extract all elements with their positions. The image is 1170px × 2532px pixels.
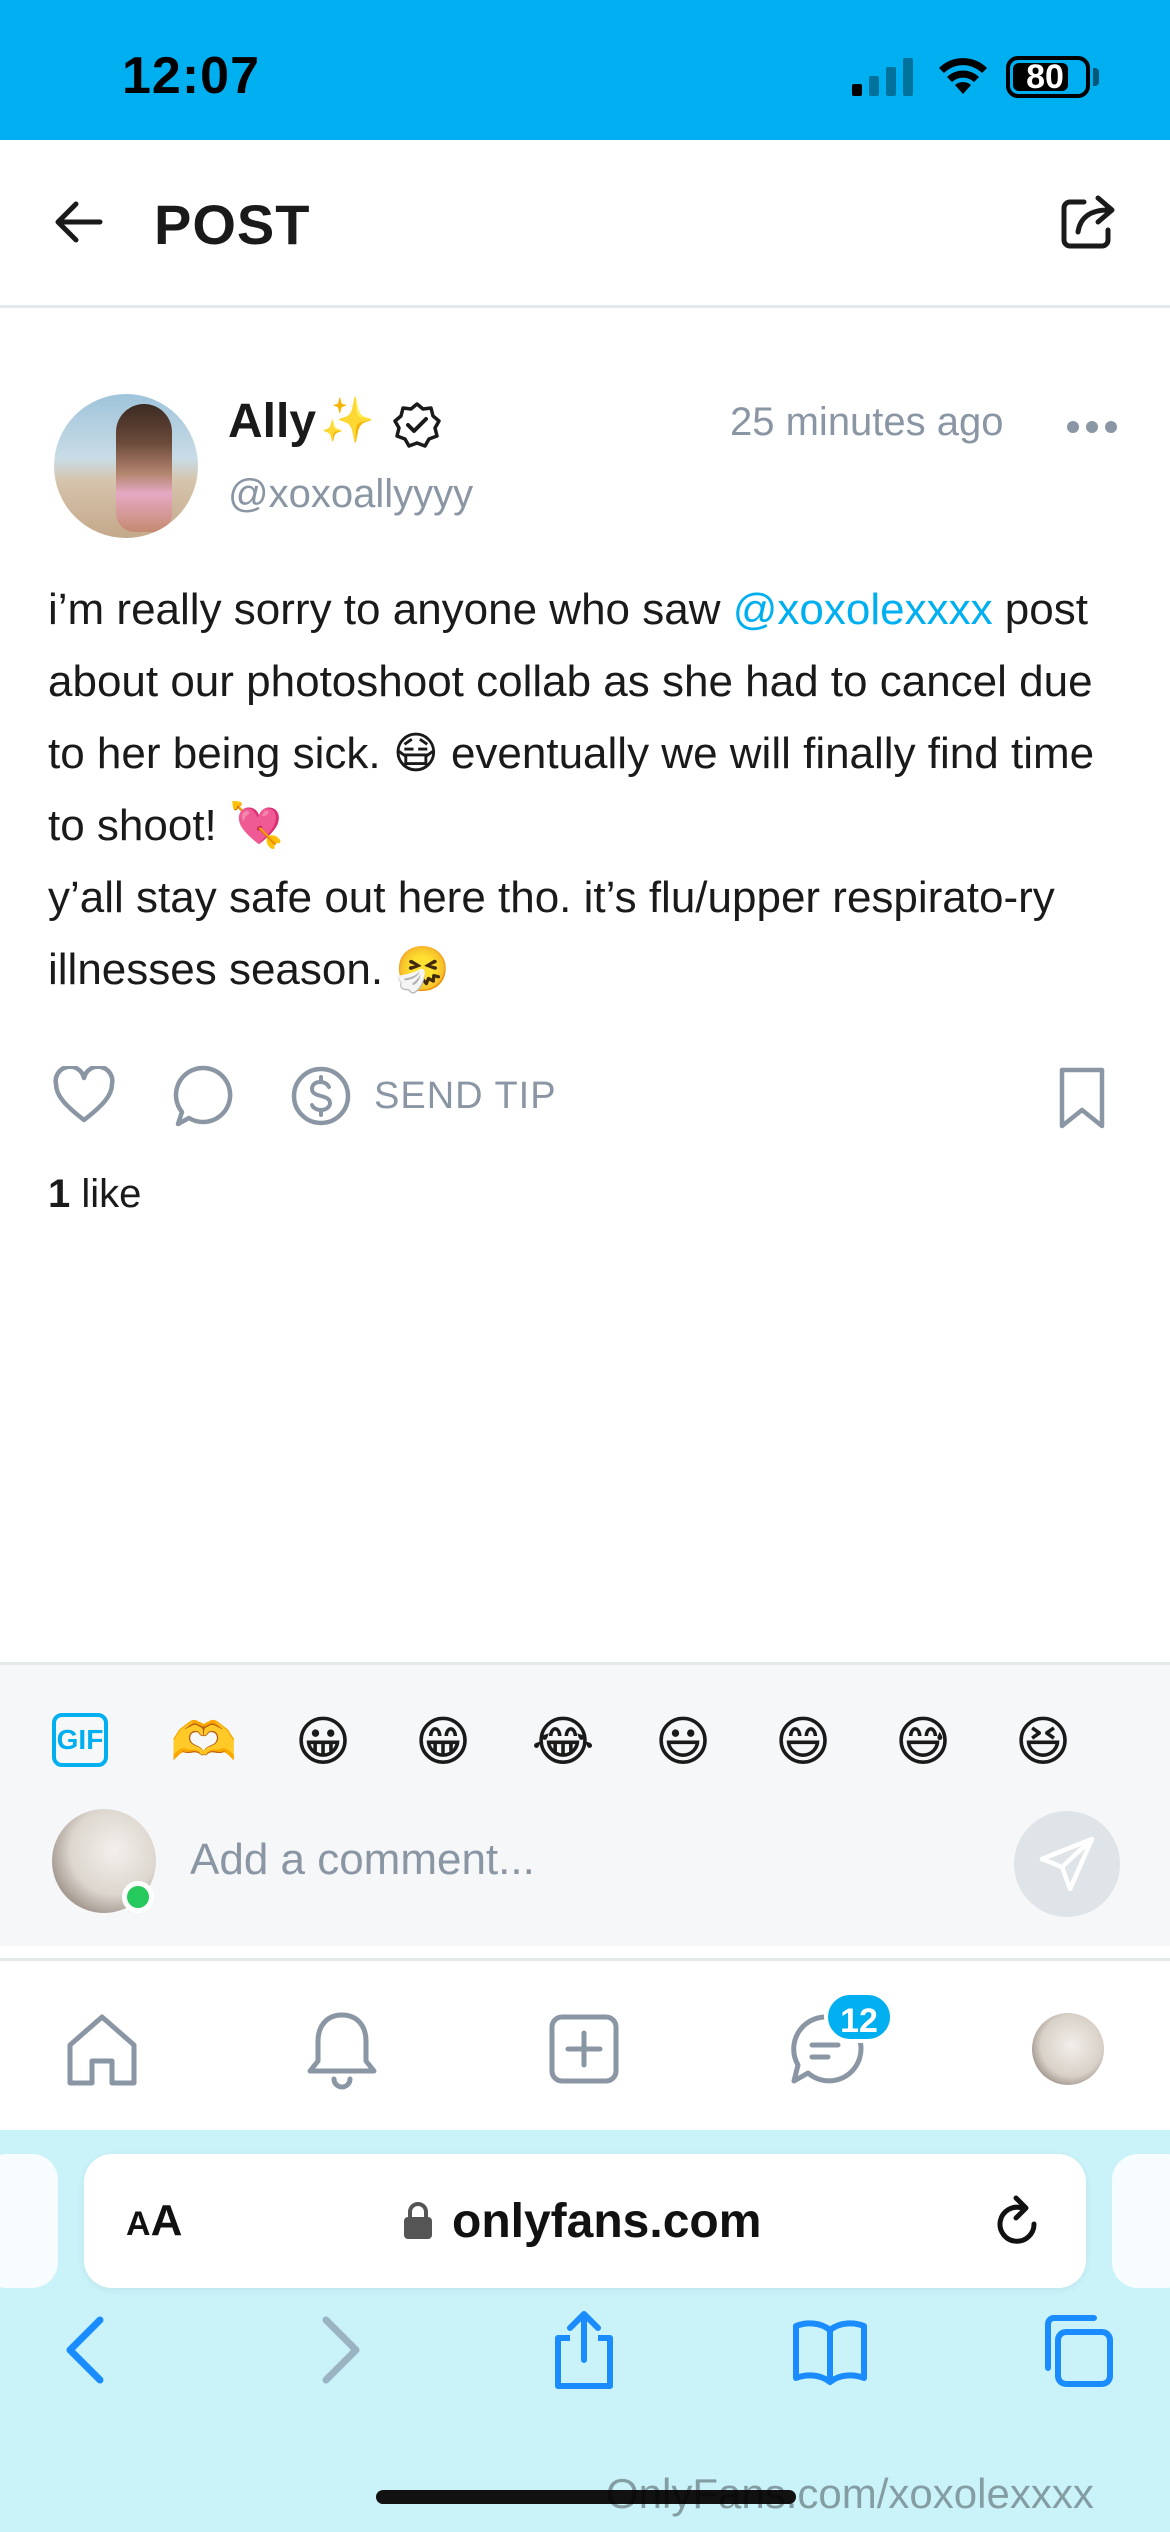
likes-number: 1	[48, 1172, 71, 1216]
gif-button[interactable]: GIF	[52, 1713, 108, 1767]
bookmark-icon[interactable]	[1054, 1066, 1110, 1130]
post-text-segment: i’m really sorry to anyone who saw	[48, 585, 733, 634]
online-status-dot	[122, 1881, 154, 1913]
comment-bubble-icon[interactable]	[172, 1064, 234, 1128]
wifi-icon	[939, 58, 987, 94]
post-header: POST	[0, 140, 1170, 308]
cellular-signal-icon	[852, 58, 913, 96]
reload-icon[interactable]	[992, 2194, 1044, 2250]
emoji-beaming[interactable]: 😁	[410, 1709, 476, 1775]
emoji-grinning[interactable]: 😀	[290, 1709, 356, 1775]
bookmarks-book-icon[interactable]	[790, 2310, 870, 2390]
status-time: 12:07	[122, 47, 260, 105]
likes-count[interactable]: 1 like	[48, 1172, 141, 1217]
battery-tip	[1093, 68, 1099, 86]
address-bar[interactable]: AA onlyfans.com	[84, 2154, 1086, 2288]
back-arrow-icon[interactable]	[50, 192, 110, 252]
send-tip-button[interactable]: SEND TIP	[290, 1064, 557, 1128]
send-plane-icon	[1039, 1836, 1095, 1892]
home-icon[interactable]	[58, 2005, 146, 2093]
like-heart-icon[interactable]	[52, 1066, 116, 1126]
url-text[interactable]: onlyfans.com	[452, 2194, 761, 2249]
emoji-sweat-smile[interactable]: 😅	[890, 1709, 956, 1775]
comment-composer: GIF 🫶 😀 😁 😂 😃 😄 😅 😆	[0, 1662, 1170, 1946]
sparkles-emoji: ✨	[320, 396, 375, 445]
more-options-icon[interactable]	[1066, 420, 1118, 434]
browser-back-icon[interactable]	[48, 2310, 128, 2390]
verified-icon	[393, 402, 441, 448]
avatar-photo	[116, 404, 172, 532]
emoji-squinting[interactable]: 😆	[1010, 1709, 1076, 1775]
likes-label: like	[70, 1172, 142, 1216]
post-body: i’m really sorry to anyone who saw @xoxo…	[48, 574, 1128, 1006]
lock-icon	[404, 2202, 432, 2239]
dollar-coin-icon	[291, 1066, 351, 1126]
profile-avatar[interactable]	[1032, 2013, 1104, 2085]
author-handle[interactable]: @xoxoallyyyy	[228, 472, 473, 517]
browser-share-icon[interactable]	[544, 2310, 624, 2390]
tabs-overview-icon[interactable]	[1036, 2310, 1116, 2390]
bottom-navigation: 12	[0, 1958, 1170, 2130]
post-text-segment: y’all stay safe out here tho. it’s flu/u…	[48, 873, 1055, 994]
aa-large: A	[150, 2196, 183, 2245]
watermark-text: OnlyFans.com/xoxolexxxx	[606, 2470, 1094, 2517]
author-name[interactable]: Ally	[228, 394, 316, 449]
emoji-big-eyes-smile[interactable]: 😃	[650, 1709, 716, 1775]
emoji-heart-hands[interactable]: 🫶	[170, 1709, 237, 1775]
add-post-icon[interactable]	[540, 2005, 628, 2093]
browser-forward-icon	[322, 2316, 360, 2384]
emoji-quick-bar: GIF 🫶 😀 😁 😂 😃 😄 😅 😆	[52, 1705, 1132, 1775]
status-bar: 12:07 80	[0, 0, 1170, 140]
author-avatar[interactable]	[54, 394, 198, 538]
previous-tab-preview[interactable]	[0, 2154, 58, 2288]
messages-badge: 12	[824, 1991, 894, 2043]
emoji-tears-of-joy[interactable]: 😂	[530, 1709, 596, 1775]
send-comment-button[interactable]	[1014, 1811, 1120, 1917]
post-timestamp: 25 minutes ago	[730, 400, 1004, 444]
emoji-smiling-eyes[interactable]: 😄	[770, 1709, 836, 1775]
aa-small: A	[126, 2205, 151, 2243]
comment-input[interactable]	[190, 1815, 990, 1905]
mention-link[interactable]: @xoxolexxxx	[733, 585, 993, 634]
send-tip-label: SEND TIP	[374, 1074, 557, 1117]
next-tab-preview[interactable]	[1112, 2154, 1170, 2288]
battery-percent: 80	[1026, 58, 1064, 96]
page-title: POST	[154, 193, 311, 256]
share-icon[interactable]	[1056, 190, 1120, 254]
battery-icon: 80	[1006, 56, 1090, 98]
reader-settings-button[interactable]: AA	[126, 2196, 182, 2246]
notifications-bell-icon[interactable]	[298, 2005, 386, 2093]
